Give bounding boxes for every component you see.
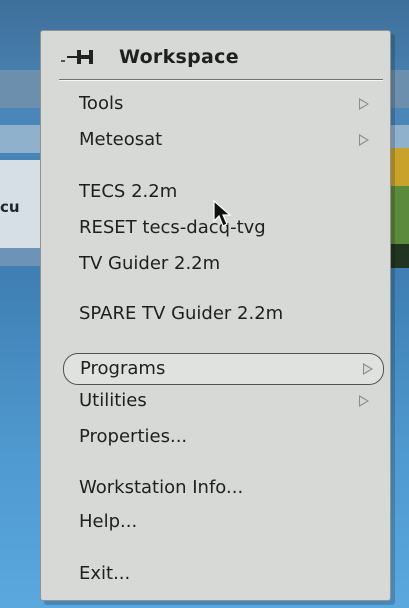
submenu-arrow-icon xyxy=(359,134,369,146)
background-window-label: cu xyxy=(0,195,36,219)
menu-item-label: Properties... xyxy=(79,426,188,447)
menu-item-label: Utilities xyxy=(79,390,147,411)
menu-item-meteosat[interactable]: Meteosat xyxy=(79,125,369,155)
menu-item-label: Programs xyxy=(80,358,166,379)
menu-item-exit[interactable]: Exit... xyxy=(79,559,369,589)
menu-item-label: SPARE TV Guider 2.2m xyxy=(79,303,284,324)
header-divider xyxy=(59,79,383,81)
menu-item-label: Help... xyxy=(79,511,138,532)
menu-item-label: Workstation Info... xyxy=(79,477,244,498)
menu-item-label: Meteosat xyxy=(79,129,163,150)
menu-header: Workspace xyxy=(41,31,390,79)
menu-item-label: TECS 2.2m xyxy=(79,181,178,202)
menu-item-label: Exit... xyxy=(79,563,131,584)
pushpin-icon[interactable] xyxy=(59,47,97,67)
menu-item-label: TV Guider 2.2m xyxy=(79,253,221,274)
menu-item-programs[interactable]: Programs xyxy=(63,353,384,385)
mouse-pointer-icon xyxy=(211,199,239,229)
menu-item-properties[interactable]: Properties... xyxy=(79,422,369,452)
submenu-arrow-icon xyxy=(363,363,373,375)
menu-item-spare-tv-guider[interactable]: SPARE TV Guider 2.2m xyxy=(79,299,369,329)
workspace-menu: Workspace Tools Meteosat TECS 2.2m RESET… xyxy=(40,30,391,601)
menu-item-workstation-info[interactable]: Workstation Info... xyxy=(79,473,369,503)
submenu-arrow-icon xyxy=(359,395,369,407)
menu-item-help[interactable]: Help... xyxy=(79,507,369,537)
menu-item-label: Tools xyxy=(79,93,124,114)
menu-item-utilities[interactable]: Utilities xyxy=(79,386,369,416)
menu-item-tools[interactable]: Tools xyxy=(79,89,369,119)
menu-item-tv-guider[interactable]: TV Guider 2.2m xyxy=(79,249,369,279)
menu-title: Workspace xyxy=(119,46,239,68)
submenu-arrow-icon xyxy=(359,98,369,110)
